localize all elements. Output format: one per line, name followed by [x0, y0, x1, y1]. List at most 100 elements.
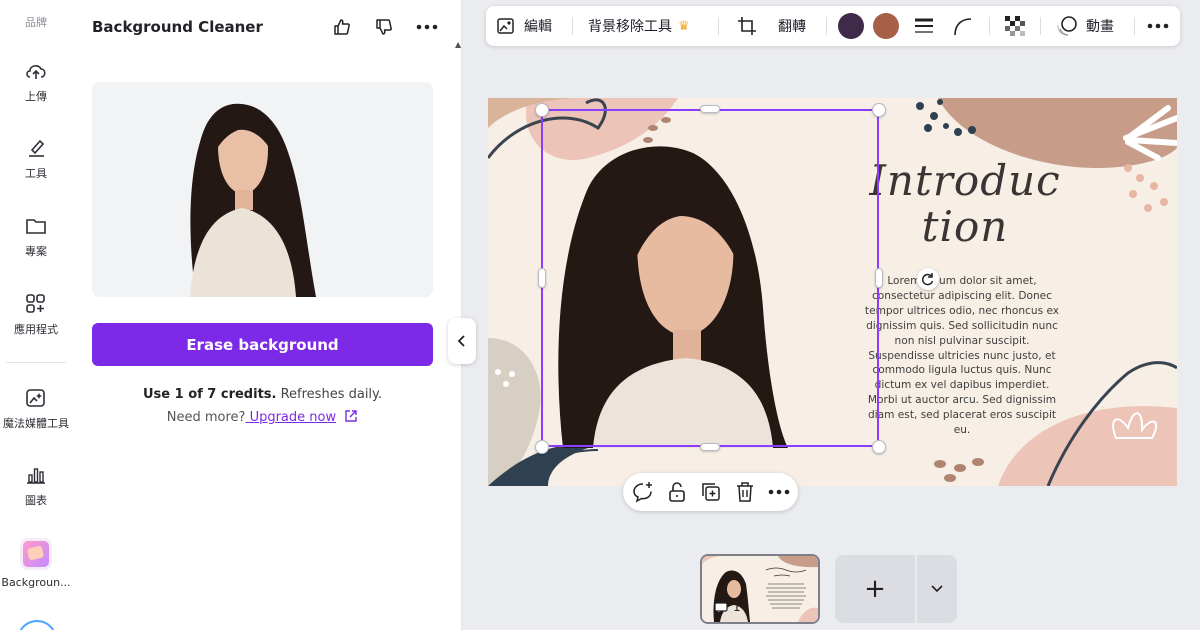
rail-item-tools[interactable]: 工具: [0, 137, 72, 181]
rail-divider: [6, 362, 66, 363]
portrait-preview-image: [190, 103, 316, 297]
panel-title: Background Cleaner: [92, 18, 263, 36]
folder-icon: [26, 219, 46, 234]
slide-title[interactable]: Introduc tion: [840, 158, 1090, 250]
more-options-icon[interactable]: [414, 14, 440, 40]
bg-remover-label: 背景移除工具: [588, 19, 672, 35]
external-link-icon[interactable]: [344, 409, 358, 423]
add-comment-icon[interactable]: [631, 480, 655, 504]
rail-item-magic-media[interactable]: 魔法媒體工具: [0, 387, 72, 431]
resize-handle-left[interactable]: [538, 268, 546, 288]
rail-item-label: 上傳: [25, 90, 47, 103]
edit-label: 編輯: [524, 19, 552, 35]
corner-radius-icon: [954, 18, 972, 36]
crown-icon: ♛: [678, 18, 690, 34]
thumbs-up-icon[interactable]: [329, 14, 355, 40]
scroll-up-caret-icon[interactable]: ▲: [455, 40, 461, 49]
background-cleaner-panel: Background Cleaner ▲ Erase background Us…: [72, 0, 462, 630]
transparency-checker-icon: [1005, 16, 1025, 36]
corner-rounding-button[interactable]: [953, 6, 973, 46]
slide-title-line-1: Introduc: [869, 156, 1061, 205]
credits-count: Use 1 of 7 credits.: [142, 387, 277, 402]
edit-image-button[interactable]: 編輯: [496, 6, 552, 46]
more-options-icon[interactable]: [767, 480, 791, 504]
background-app-icon: [20, 538, 52, 570]
color-swatch-brown[interactable]: [873, 13, 899, 39]
upgrade-now-link[interactable]: Upgrade now: [245, 410, 337, 425]
flip-label: 翻轉: [778, 19, 806, 35]
toolbar-divider: [1134, 17, 1135, 35]
rail-item-charts[interactable]: 圖表: [0, 464, 72, 508]
add-page-button[interactable]: +: [835, 555, 915, 623]
border-lines-icon: [915, 18, 933, 33]
slide-title-line-2: tion: [921, 202, 1009, 251]
rail-item-label: Backgroun...: [1, 576, 71, 589]
collapse-panel-button[interactable]: [448, 318, 476, 364]
rail-item-upload[interactable]: 上傳: [0, 60, 72, 104]
lock-icon[interactable]: [665, 480, 689, 504]
resize-handle-top-right[interactable]: [872, 103, 886, 117]
animate-icon: [1057, 16, 1077, 36]
left-rail: 品牌 上傳 工具 專案 應用程式 魔法媒體工具 圖表 Backgroun...: [0, 0, 72, 630]
slide-decorations: [488, 98, 1177, 486]
apps-grid-icon: [26, 294, 45, 313]
toolbar-divider: [718, 17, 719, 35]
duplicate-icon[interactable]: [699, 480, 723, 504]
border-style-button[interactable]: [914, 6, 934, 46]
rotate-icon: [921, 273, 934, 286]
more-options-icon: [1147, 23, 1169, 29]
need-more-label: Need more?: [166, 410, 246, 425]
need-more-text: Need more? Upgrade now: [92, 409, 433, 425]
rail-item-background-app[interactable]: Backgroun...: [0, 538, 72, 589]
pen-tool-icon: [29, 139, 45, 157]
trash-icon[interactable]: [733, 480, 757, 504]
rail-item-apps[interactable]: 應用程式: [0, 293, 72, 337]
rail-item-projects[interactable]: 專案: [0, 215, 72, 259]
toolbar-divider: [989, 17, 990, 35]
credits-text: Use 1 of 7 credits. Refreshes daily.: [92, 387, 433, 402]
transparency-button[interactable]: [1004, 6, 1026, 46]
rail-brand-label[interactable]: 品牌: [0, 14, 72, 30]
rail-item-label: 圖表: [25, 494, 47, 507]
comment-indicator-icon: [714, 602, 728, 614]
resize-handle-bottom-right[interactable]: [872, 440, 886, 454]
toolbar-divider: [572, 17, 573, 35]
page-number: 1: [733, 600, 741, 614]
element-quick-actions: [623, 473, 798, 511]
rail-more-circle[interactable]: [17, 620, 57, 630]
slide-canvas[interactable]: Introduc tion Lorem ipsum dolor sit amet…: [488, 98, 1177, 486]
context-toolbar: 編輯 背景移除工具 ♛ 翻轉 動畫: [486, 6, 1180, 46]
crop-button[interactable]: [736, 6, 758, 46]
crop-icon: [738, 17, 756, 35]
magic-media-icon: [26, 389, 45, 407]
plus-icon: +: [864, 574, 886, 604]
thumbs-down-icon[interactable]: [371, 14, 397, 40]
rail-item-label: 魔法媒體工具: [3, 417, 69, 430]
credits-refresh: Refreshes daily.: [276, 387, 383, 402]
image-preview: [92, 82, 433, 297]
add-page-options-button[interactable]: [917, 555, 957, 623]
animate-label: 動畫: [1086, 19, 1114, 35]
chevron-left-icon: [457, 335, 465, 347]
toolbar-divider: [826, 17, 827, 35]
rail-item-label: 應用程式: [14, 323, 58, 336]
rotate-handle[interactable]: [917, 268, 939, 290]
resize-handle-right[interactable]: [875, 268, 883, 288]
animate-button[interactable]: 動畫: [1056, 6, 1114, 46]
resize-handle-top-left[interactable]: [535, 103, 549, 117]
erase-background-button[interactable]: Erase background: [92, 323, 433, 366]
bg-remover-button[interactable]: 背景移除工具 ♛: [588, 6, 690, 46]
toolbar-divider: [1040, 17, 1041, 35]
color-swatch-dark-purple[interactable]: [838, 13, 864, 39]
chevron-down-icon: [931, 585, 943, 593]
resize-handle-top[interactable]: [700, 105, 720, 113]
slide-body-text[interactable]: Lorem ipsum dolor sit amet, consectetur …: [862, 274, 1062, 438]
resize-handle-bottom[interactable]: [700, 443, 720, 451]
rail-item-label: 專案: [25, 245, 47, 258]
resize-handle-bottom-left[interactable]: [535, 440, 549, 454]
upload-cloud-icon: [26, 65, 46, 79]
flip-button[interactable]: 翻轉: [778, 6, 806, 46]
chart-icon: [27, 468, 45, 484]
toolbar-more-button[interactable]: [1147, 6, 1169, 46]
edit-image-icon: [497, 18, 514, 34]
